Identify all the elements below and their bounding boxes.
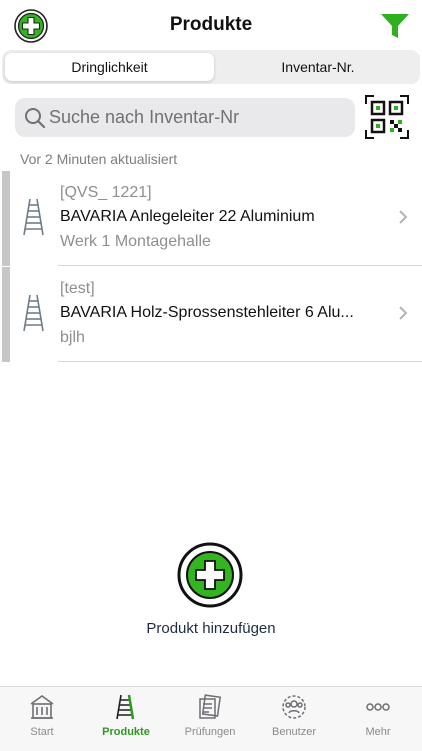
product-name: BAVARIA Anlegeleiter 22 Aluminium	[60, 208, 315, 225]
tab-label: Start	[30, 726, 54, 738]
home-building-icon	[30, 695, 54, 719]
tab-label: Produkte	[102, 726, 150, 738]
inspection-documents-icon	[199, 694, 222, 719]
tab-benutzer[interactable]: Benutzer	[252, 687, 336, 751]
product-list-item[interactable]: [QVS_ 1221] BAVARIA Anlegeleiter 22 Alum…	[0, 171, 422, 266]
inventory-number: [test]	[60, 280, 95, 297]
search-icon	[24, 107, 46, 129]
row-divider	[58, 361, 422, 362]
tab-label: Mehr	[365, 726, 391, 738]
add-plus-icon[interactable]	[177, 542, 243, 608]
add-product-button[interactable]: Produkt hinzufügen	[0, 620, 422, 637]
segment-dringlichkeit[interactable]: Dringlichkeit	[5, 53, 214, 81]
tab-label: Prüfungen	[184, 726, 236, 738]
ladder-thumbnail-icon	[20, 197, 48, 237]
tab-mehr[interactable]: Mehr	[336, 687, 420, 751]
urgency-indicator	[2, 267, 10, 362]
search-bar[interactable]	[15, 98, 355, 137]
segment-inventar-nr[interactable]: Inventar-Nr.	[216, 53, 420, 81]
funnel-filter-icon[interactable]	[380, 12, 410, 40]
product-location: Werk 1 Montagehalle	[60, 233, 211, 250]
header: Produkte	[0, 0, 422, 50]
sort-segmented-control: Dringlichkeit Inventar-Nr.	[2, 50, 420, 84]
tab-start[interactable]: Start	[0, 687, 84, 751]
ladder-icon	[116, 694, 135, 720]
product-list-item[interactable]: [test] BAVARIA Holz-Sprossenstehleiter 6…	[0, 267, 422, 362]
product-name: BAVARIA Holz-Sprossenstehleiter 6 Alu...	[60, 304, 354, 321]
tab-pruefungen[interactable]: Prüfungen	[168, 687, 252, 751]
search-input[interactable]	[49, 98, 349, 137]
page-title: Produkte	[169, 14, 253, 35]
chevron-right-icon	[398, 305, 408, 321]
product-location: bjlh	[60, 329, 85, 346]
last-updated-text: Vor 2 Minuten aktualisiert	[20, 151, 178, 167]
ladder-thumbnail-icon	[20, 293, 48, 333]
urgency-indicator	[2, 171, 10, 266]
inventory-number: [QVS_ 1221]	[60, 184, 152, 201]
tab-produkte[interactable]: Produkte	[84, 687, 168, 751]
users-group-icon	[282, 695, 306, 719]
chevron-right-icon	[398, 209, 408, 225]
tab-bar: Start Produkte Prüfungen Benutzer Mehr	[0, 686, 422, 751]
qr-code-scan-icon[interactable]	[364, 94, 410, 140]
tab-label: Benutzer	[271, 726, 317, 738]
more-dots-icon	[366, 703, 390, 711]
row-divider	[58, 265, 422, 266]
